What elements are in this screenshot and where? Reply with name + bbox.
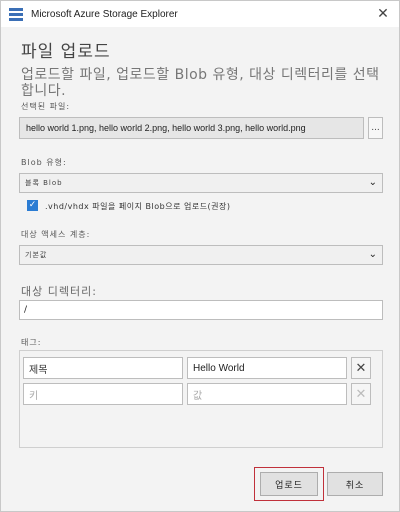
selected-files-field[interactable]: hello world 1.png, hello world 2.png, he… xyxy=(19,117,364,139)
chevron-down-icon: ⌄ xyxy=(368,177,378,188)
storage-explorer-icon xyxy=(9,7,23,21)
tag-value-input[interactable]: Hello World xyxy=(187,357,347,379)
title-bar: Microsoft Azure Storage Explorer ✕ xyxy=(1,1,399,27)
upload-dialog-window: Microsoft Azure Storage Explorer ✕ 파일 업로… xyxy=(0,0,400,512)
tag-value-placeholder-input[interactable]: 값 xyxy=(187,383,347,405)
access-tier-select[interactable]: 기본값 ⌄ xyxy=(19,245,383,265)
close-icon[interactable]: ✕ xyxy=(373,4,393,24)
destination-label: 대상 디렉터리: xyxy=(21,285,97,298)
selected-files-label: 선택된 파일: xyxy=(21,102,71,111)
blob-type-select[interactable]: 블록 Blob ⌄ xyxy=(19,173,383,193)
delete-tag-icon[interactable]: ✕ xyxy=(351,357,371,379)
destination-input[interactable]: / xyxy=(19,300,383,320)
blob-type-label: Blob 유형: xyxy=(21,158,67,167)
chevron-down-icon: ⌄ xyxy=(368,249,378,260)
access-tier-value: 기본값 xyxy=(25,251,48,259)
window-title: Microsoft Azure Storage Explorer xyxy=(31,8,178,20)
delete-tag-icon[interactable]: ✕ xyxy=(351,383,371,405)
vhd-checkbox[interactable]: ✓ xyxy=(27,200,38,211)
dialog-description: 업로드할 파일, 업로드할 Blob 유형, 대상 디렉터리를 선택합니다. xyxy=(21,67,380,99)
tag-key-placeholder-input[interactable]: 키 xyxy=(23,383,183,405)
browse-button[interactable]: ... xyxy=(368,117,383,139)
blob-type-value: 블록 Blob xyxy=(25,179,63,187)
tags-panel: 제목 Hello World ✕ 키 값 ✕ xyxy=(19,350,383,448)
cancel-button[interactable]: 취소 xyxy=(327,472,383,496)
upload-button[interactable]: 업로드 xyxy=(260,472,318,496)
tag-key-input[interactable]: 제목 xyxy=(23,357,183,379)
tags-label: 태그: xyxy=(21,338,42,347)
access-tier-label: 대상 액세스 계층: xyxy=(21,230,91,239)
vhd-checkbox-label: .vhd/vhdx 파일을 페이지 Blob으로 업로드(권장) xyxy=(45,202,231,211)
dialog-title: 파일 업로드 xyxy=(21,42,111,62)
